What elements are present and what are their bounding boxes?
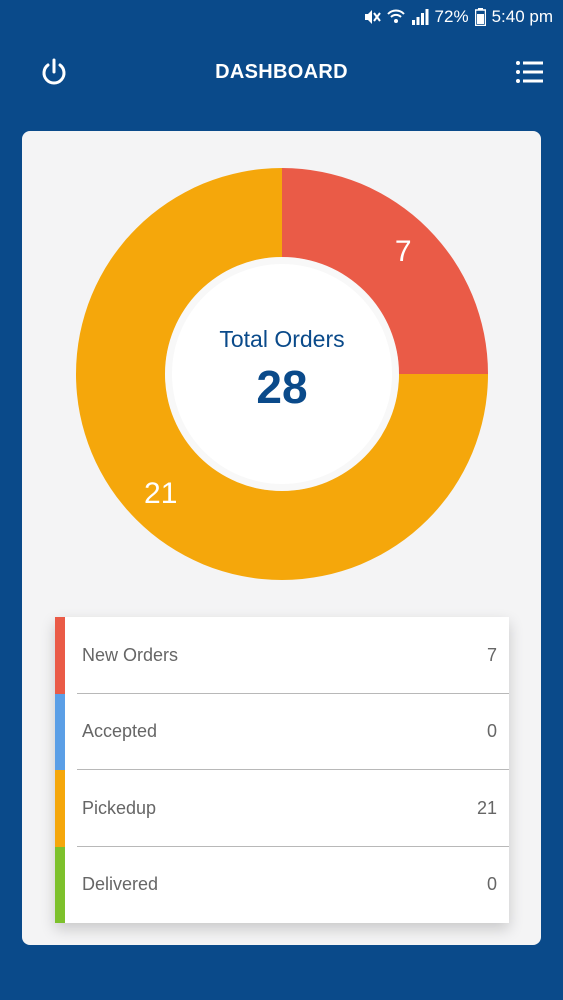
legend-color-bar — [55, 693, 65, 770]
slice-value-label: 7 — [394, 234, 412, 268]
legend-row-new-orders[interactable]: New Orders 7 — [55, 617, 509, 694]
total-orders-value: 28 — [256, 361, 308, 413]
legend-label: Delivered — [82, 874, 159, 895]
orders-donut-chart: Total Orders 28 7 21 — [76, 168, 488, 580]
power-button[interactable] — [38, 56, 70, 88]
legend-count: 7 — [486, 644, 497, 665]
legend-label: New Orders — [82, 644, 179, 665]
status-time: 5:40 pm — [491, 7, 553, 26]
legend-count: 21 — [476, 797, 497, 818]
wifi-icon — [386, 8, 405, 26]
dashboard-card: Total Orders 28 7 21 New Orders 7 Accepte… — [22, 131, 541, 945]
legend-row-delivered[interactable]: Delivered 0 — [55, 846, 509, 923]
legend-label: Pickedup — [82, 797, 157, 818]
legend-color-bar — [55, 617, 65, 694]
signal-icon — [411, 8, 429, 26]
legend-row-accepted[interactable]: Accepted 0 — [55, 693, 509, 770]
app-bar: DASHBOARD — [0, 34, 563, 110]
power-icon — [42, 58, 66, 85]
legend-count: 0 — [486, 721, 497, 742]
menu-button[interactable] — [513, 56, 545, 88]
total-orders-label: Total Orders — [219, 326, 345, 352]
page-title: DASHBOARD — [215, 60, 348, 83]
legend-label: Accepted — [82, 721, 158, 742]
legend-row-pickedup[interactable]: Pickedup 21 — [55, 770, 509, 847]
legend-color-bar — [55, 846, 65, 923]
legend-color-bar — [55, 770, 65, 847]
mute-icon — [363, 8, 381, 26]
slice-value-label: 21 — [144, 477, 178, 511]
order-status-legend: New Orders 7 Accepted 0 Pickedup 21 Deli… — [55, 617, 509, 923]
battery-percent: 72% — [434, 7, 469, 26]
status-bar: 72% 5:40 pm — [0, 0, 563, 34]
legend-count: 0 — [486, 874, 497, 895]
battery-icon — [474, 8, 486, 26]
list-menu-icon — [516, 61, 543, 83]
